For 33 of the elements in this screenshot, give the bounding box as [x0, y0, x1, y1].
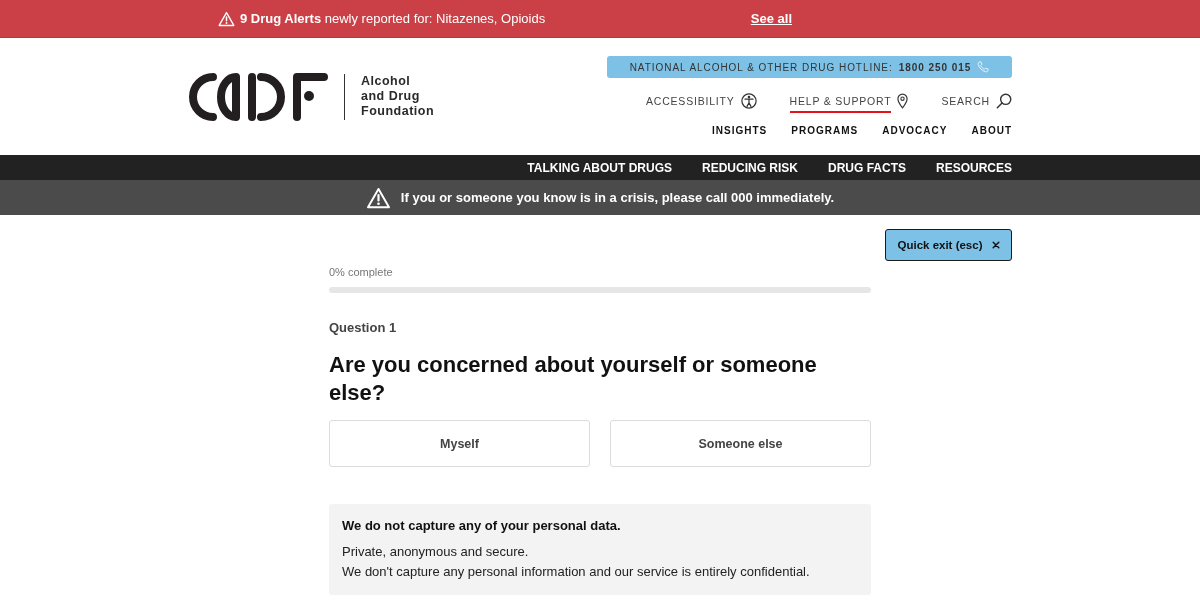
logo-icon	[188, 71, 330, 122]
question-number: Question 1	[329, 320, 398, 336]
utility-link[interactable]: SEARCH	[941, 93, 1012, 113]
location-pin-icon	[897, 93, 909, 109]
utility-link[interactable]: HELP & SUPPORT	[789, 93, 909, 113]
main-nav-link[interactable]: DRUG FACTS	[828, 160, 906, 175]
main-nav-link[interactable]: REDUCING RISK	[701, 160, 798, 175]
privacy-notice-text: We don't capture any personal information and our service is entirely confidential.	[342, 563, 811, 581]
utility-link[interactable]: ACCESSIBILITY	[646, 93, 757, 113]
main-nav-link[interactable]: RESOURCES	[936, 160, 1012, 175]
privacy-notice-text: Private, anonymous and secure.	[342, 543, 530, 561]
question-title: Are you concerned about yourself or someone else?	[329, 351, 818, 407]
privacy-notice-title: We do not capture any of your personal data.	[342, 518, 622, 534]
nav-link[interactable]: ADVOCACY	[882, 125, 948, 136]
warning-icon	[365, 186, 391, 209]
progress-label: 0% complete	[329, 265, 394, 279]
alert-message: 9 Drug Alerts newly reported for: Nitazenes, Opioids	[240, 11, 546, 26]
nav-link[interactable]: ABOUT	[971, 125, 1012, 136]
close-icon	[991, 241, 1000, 249]
answer-option[interactable]: Someone else	[610, 420, 871, 467]
nav-link[interactable]: PROGRAMS	[791, 125, 859, 136]
crisis-message: If you or someone you know is in a crisis, please call 000 immediately.	[400, 190, 835, 205]
warning-icon	[218, 10, 235, 27]
quick-exit-button[interactable]: Quick exit (esc)	[885, 229, 1012, 261]
search-icon	[996, 93, 1012, 109]
accessibility-icon	[740, 93, 757, 109]
logo-text: Alcohol and Drug Foundation	[361, 74, 435, 119]
see-all-link[interactable]: See all	[750, 11, 792, 26]
main-nav-link[interactable]: TALKING ABOUT DRUGS	[527, 160, 672, 175]
hotline-link[interactable]: NATIONAL ALCOHOL & OTHER DRUG HOTLINE: 1800 250 015	[607, 56, 1012, 78]
answer-option[interactable]: Myself	[329, 420, 590, 467]
phone-icon	[977, 61, 990, 73]
nav-link[interactable]: INSIGHTS	[712, 125, 768, 136]
